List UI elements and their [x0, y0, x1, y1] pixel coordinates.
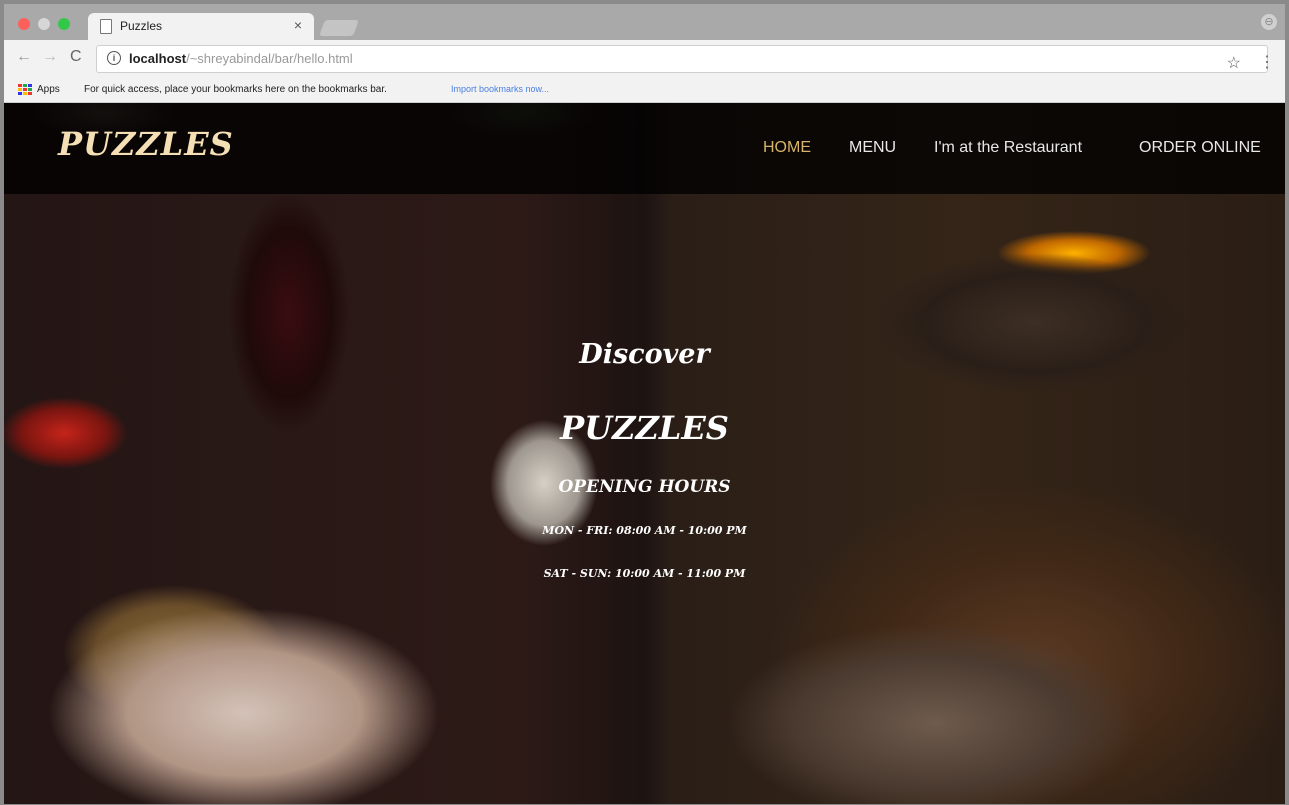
browser-window: Puzzles × ⊖ ← → C i localhost/~shreyabin… — [4, 4, 1285, 804]
apps-label[interactable]: Apps — [37, 84, 60, 95]
browser-menu-icon[interactable]: ⋮ — [1259, 52, 1275, 72]
close-tab-icon[interactable]: × — [294, 17, 302, 33]
reload-icon[interactable]: C — [70, 48, 82, 66]
hero-discover-heading: Discover — [579, 339, 710, 370]
new-tab-button[interactable] — [319, 20, 359, 36]
browser-tab[interactable]: Puzzles × — [88, 13, 314, 40]
page-viewport: PUZZLES HOME MENU I'm at the Restaurant … — [4, 103, 1285, 804]
profile-icon[interactable]: ⊖ — [1261, 14, 1277, 30]
weekend-hours: SAT - SUN: 10:00 AM - 11:00 PM — [543, 567, 746, 580]
bookmarks-bar: Apps For quick access, place your bookma… — [4, 78, 1285, 103]
info-icon[interactable]: i — [107, 51, 121, 65]
apps-grid-icon[interactable] — [18, 84, 32, 96]
site-header: PUZZLES HOME MENU I'm at the Restaurant … — [4, 103, 1285, 194]
tab-title: Puzzles — [120, 19, 163, 33]
hero-restaurant-name: PUZZLES — [560, 409, 729, 447]
back-arrow-icon[interactable]: ← — [16, 48, 32, 66]
nav-menu-link[interactable]: MENU — [849, 139, 896, 157]
bookmark-star-icon[interactable]: ☆ — [1227, 53, 1241, 73]
nav-home-link[interactable]: HOME — [763, 139, 811, 157]
minimize-window-button[interactable] — [38, 18, 50, 30]
url-text: localhost/~shreyabindal/bar/hello.html — [129, 51, 353, 66]
address-bar[interactable]: i localhost/~shreyabindal/bar/hello.html — [96, 45, 1268, 73]
site-logo[interactable]: PUZZLES — [58, 125, 234, 163]
maximize-window-button[interactable] — [58, 18, 70, 30]
url-path: /~shreyabindal/bar/hello.html — [186, 51, 353, 66]
tab-strip: Puzzles × ⊖ — [4, 4, 1285, 40]
nav-order-online-link[interactable]: ORDER ONLINE — [1139, 139, 1261, 157]
opening-hours-heading: OPENING HOURS — [558, 477, 731, 497]
weekday-hours: MON - FRI: 08:00 AM - 10:00 PM — [542, 524, 747, 537]
browser-toolbar: ← → C i localhost/~shreyabindal/bar/hell… — [4, 40, 1285, 78]
nav-restaurant-link[interactable]: I'm at the Restaurant — [934, 139, 1082, 157]
url-host: localhost — [129, 51, 187, 66]
import-bookmarks-link[interactable]: Import bookmarks now... — [451, 84, 549, 94]
forward-arrow-icon[interactable]: → — [42, 48, 58, 66]
page-icon — [100, 19, 112, 34]
bookmarks-hint: For quick access, place your bookmarks h… — [84, 84, 387, 95]
close-window-button[interactable] — [18, 18, 30, 30]
